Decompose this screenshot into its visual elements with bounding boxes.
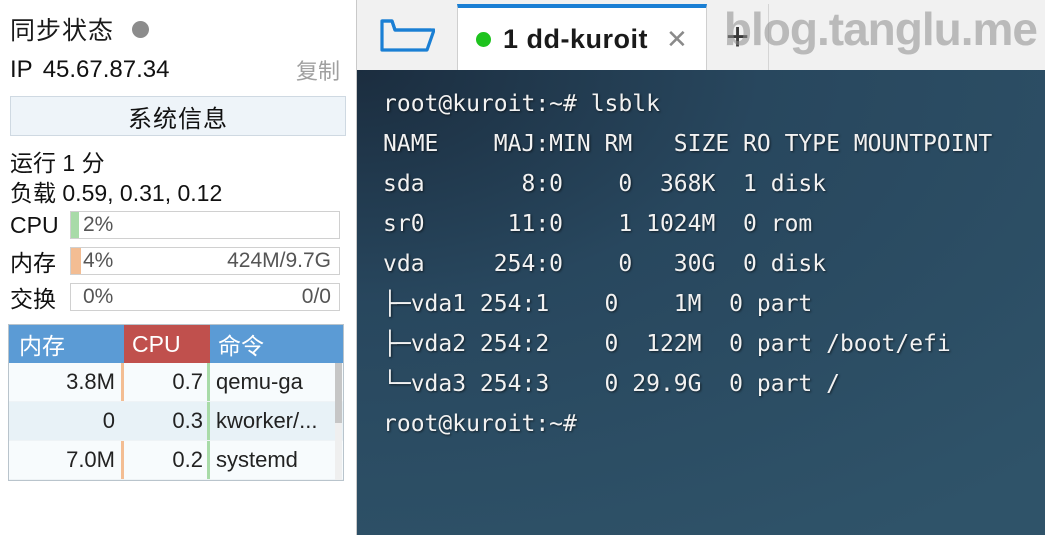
- metric-memory-label: 内存: [10, 250, 56, 276]
- copy-ip-button[interactable]: 复制: [296, 54, 344, 86]
- metric-swap: 交换 0% 0/0: [0, 280, 356, 314]
- ip-label: IP: [10, 56, 33, 83]
- tab-index: 1: [503, 23, 519, 54]
- metric-cpu: CPU 2%: [0, 208, 356, 242]
- ip-value: 45.67.87.34: [42, 56, 170, 83]
- table-row[interactable]: 0 0.3 kworker/...: [9, 402, 343, 441]
- cell-cpu: 0.2: [124, 441, 210, 479]
- tab-name: dd-kuroit: [526, 23, 649, 54]
- terminal-line: ├─vda1 254:1 0 1M 0 part: [383, 291, 813, 317]
- folder-open-icon[interactable]: [357, 0, 457, 70]
- system-monitor-sidebar: 同步状态 IP 45.67.87.34 复制 系统信息 运行 1 分 负载 0.5…: [0, 0, 357, 535]
- metric-cpu-percent: 2%: [83, 213, 114, 236]
- column-header-cpu[interactable]: CPU: [124, 325, 210, 363]
- terminal-line: sr0 11:0 1 1024M 0 rom: [383, 211, 813, 237]
- cell-cpu: 0.3: [124, 402, 210, 440]
- app-root: 同步状态 IP 45.67.87.34 复制 系统信息 运行 1 分 负载 0.5…: [0, 0, 1045, 535]
- terminal-line: NAME MAJ:MIN RM SIZE RO TYPE MOUNTPOINT: [383, 131, 993, 157]
- tab-title: 1 dd-kuroit: [503, 24, 648, 55]
- watermark-text: blog.tanglu.me: [723, 3, 1038, 55]
- metric-memory-percent: 4%: [83, 249, 114, 272]
- tab-status-dot-icon: [476, 31, 491, 47]
- metric-cpu-bar: 2%: [70, 211, 340, 239]
- process-table-scrollbar[interactable]: [335, 363, 342, 480]
- table-row[interactable]: 3.8M 0.7 qemu-ga: [9, 363, 343, 402]
- terminal-line: ├─vda2 254:2 0 122M 0 part /boot/efi: [383, 331, 951, 357]
- cell-cpu: 0.7: [124, 363, 210, 401]
- metric-swap-detail: 0/0: [301, 285, 331, 308]
- terminal-line: root@kuroit:~# lsblk: [383, 91, 660, 117]
- sync-status-dot: [132, 20, 150, 38]
- sync-status-row: 同步状态: [0, 0, 356, 45]
- terminal-tab-dd-kuroit[interactable]: 1 dd-kuroit ✕: [457, 4, 707, 70]
- table-row[interactable]: 7.0M 0.2 systemd: [9, 441, 343, 480]
- system-info-button[interactable]: 系统信息: [10, 96, 346, 136]
- process-table: 内存 CPU 命令 3.8M 0.7 qemu-ga 0 0.3 kworker…: [8, 324, 344, 481]
- terminal-line: sda 8:0 0 368K 1 disk: [383, 171, 827, 197]
- terminal-line: vda 254:0 0 30G 0 disk: [383, 251, 827, 277]
- column-header-command[interactable]: 命令: [210, 325, 343, 363]
- cell-memory: 3.8M: [9, 363, 124, 401]
- terminal-line: root@kuroit:~#: [383, 411, 577, 437]
- terminal-tabbar: 1 dd-kuroit ✕ + blog.tanglu.me: [357, 0, 1045, 70]
- metric-swap-bar: 0% 0/0: [70, 283, 340, 311]
- metric-memory-detail: 424M/9.7G: [227, 249, 331, 272]
- cell-command: systemd: [216, 447, 298, 472]
- terminal-line: └─vda3 254:3 0 29.9G 0 part /: [383, 371, 840, 397]
- cell-memory: 7.0M: [9, 441, 124, 479]
- metric-memory: 内存 4% 424M/9.7G: [0, 244, 356, 278]
- uptime-text: 运行 1 分: [10, 150, 105, 176]
- terminal-panel: 1 dd-kuroit ✕ + blog.tanglu.me root@kuro…: [357, 0, 1045, 535]
- sync-status-title: 同步状态: [10, 17, 115, 45]
- cell-command: kworker/...: [216, 408, 318, 433]
- process-table-header: 内存 CPU 命令: [9, 325, 343, 363]
- cell-memory: 0: [102, 408, 115, 433]
- scrollbar-thumb[interactable]: [335, 363, 342, 423]
- close-icon[interactable]: ✕: [666, 26, 688, 52]
- column-header-memory[interactable]: 内存: [9, 325, 124, 363]
- ip-row: IP 45.67.87.34 复制: [0, 44, 356, 86]
- ip-value-group: IP 45.67.87.34: [10, 56, 169, 84]
- new-tab-button[interactable]: +: [707, 4, 769, 70]
- cell-command: qemu-ga: [216, 369, 303, 394]
- metric-swap-label: 交换: [10, 286, 56, 312]
- metric-cpu-label: CPU: [10, 211, 59, 238]
- metric-memory-bar: 4% 424M/9.7G: [70, 247, 340, 275]
- terminal-output[interactable]: root@kuroit:~# lsblk NAME MAJ:MIN RM SIZ…: [357, 70, 1045, 535]
- metric-swap-percent: 0%: [83, 285, 114, 308]
- load-average-text: 负载 0.59, 0.31, 0.12: [10, 180, 223, 206]
